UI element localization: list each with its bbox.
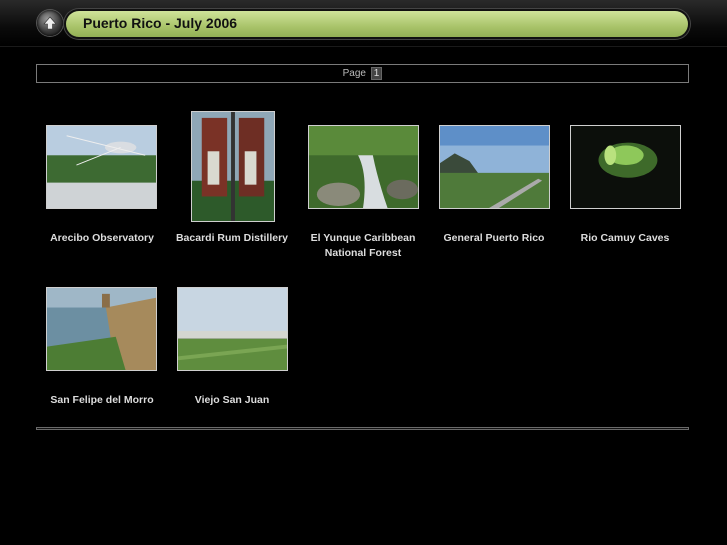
thumbnail-image <box>47 288 156 370</box>
thumbnail-image <box>571 126 680 208</box>
album-caption[interactable]: Bacardi Rum Distillery <box>167 231 297 246</box>
footer-divider <box>36 427 689 430</box>
pagination: Page 1 <box>36 64 689 83</box>
thumbnail-image <box>440 126 549 208</box>
album-caption[interactable]: Viejo San Juan <box>167 393 297 408</box>
album-caption[interactable]: General Puerto Rico <box>429 231 559 246</box>
thumbnail-image <box>178 288 287 370</box>
album-thumbnail[interactable] <box>570 125 681 209</box>
album-caption[interactable]: El Yunque Caribbean National Forest <box>298 231 428 261</box>
album-thumbnail[interactable] <box>46 287 157 371</box>
album-caption[interactable]: Rio Camuy Caves <box>560 231 690 246</box>
up-arrow-glyph <box>43 16 57 30</box>
title-bar: Puerto Rico - July 2006 <box>66 11 688 37</box>
pagination-label: Page <box>342 68 366 79</box>
album-thumbnail[interactable] <box>191 111 275 222</box>
page-title: Puerto Rico - July 2006 <box>83 15 238 31</box>
thumbnail-image <box>192 112 274 221</box>
album-thumbnail[interactable] <box>46 125 157 209</box>
album-thumbnail[interactable] <box>177 287 288 371</box>
album-thumbnail[interactable] <box>308 125 419 209</box>
up-arrow-icon[interactable] <box>37 10 63 36</box>
top-bar: Puerto Rico - July 2006 <box>0 0 727 47</box>
album-caption[interactable]: Arecibo Observatory <box>37 231 167 246</box>
album-thumbnail[interactable] <box>439 125 550 209</box>
thumbnail-image <box>309 126 418 208</box>
album-caption[interactable]: San Felipe del Morro <box>37 393 167 408</box>
page-number-current[interactable]: 1 <box>370 67 383 80</box>
thumbnail-image <box>47 126 156 208</box>
